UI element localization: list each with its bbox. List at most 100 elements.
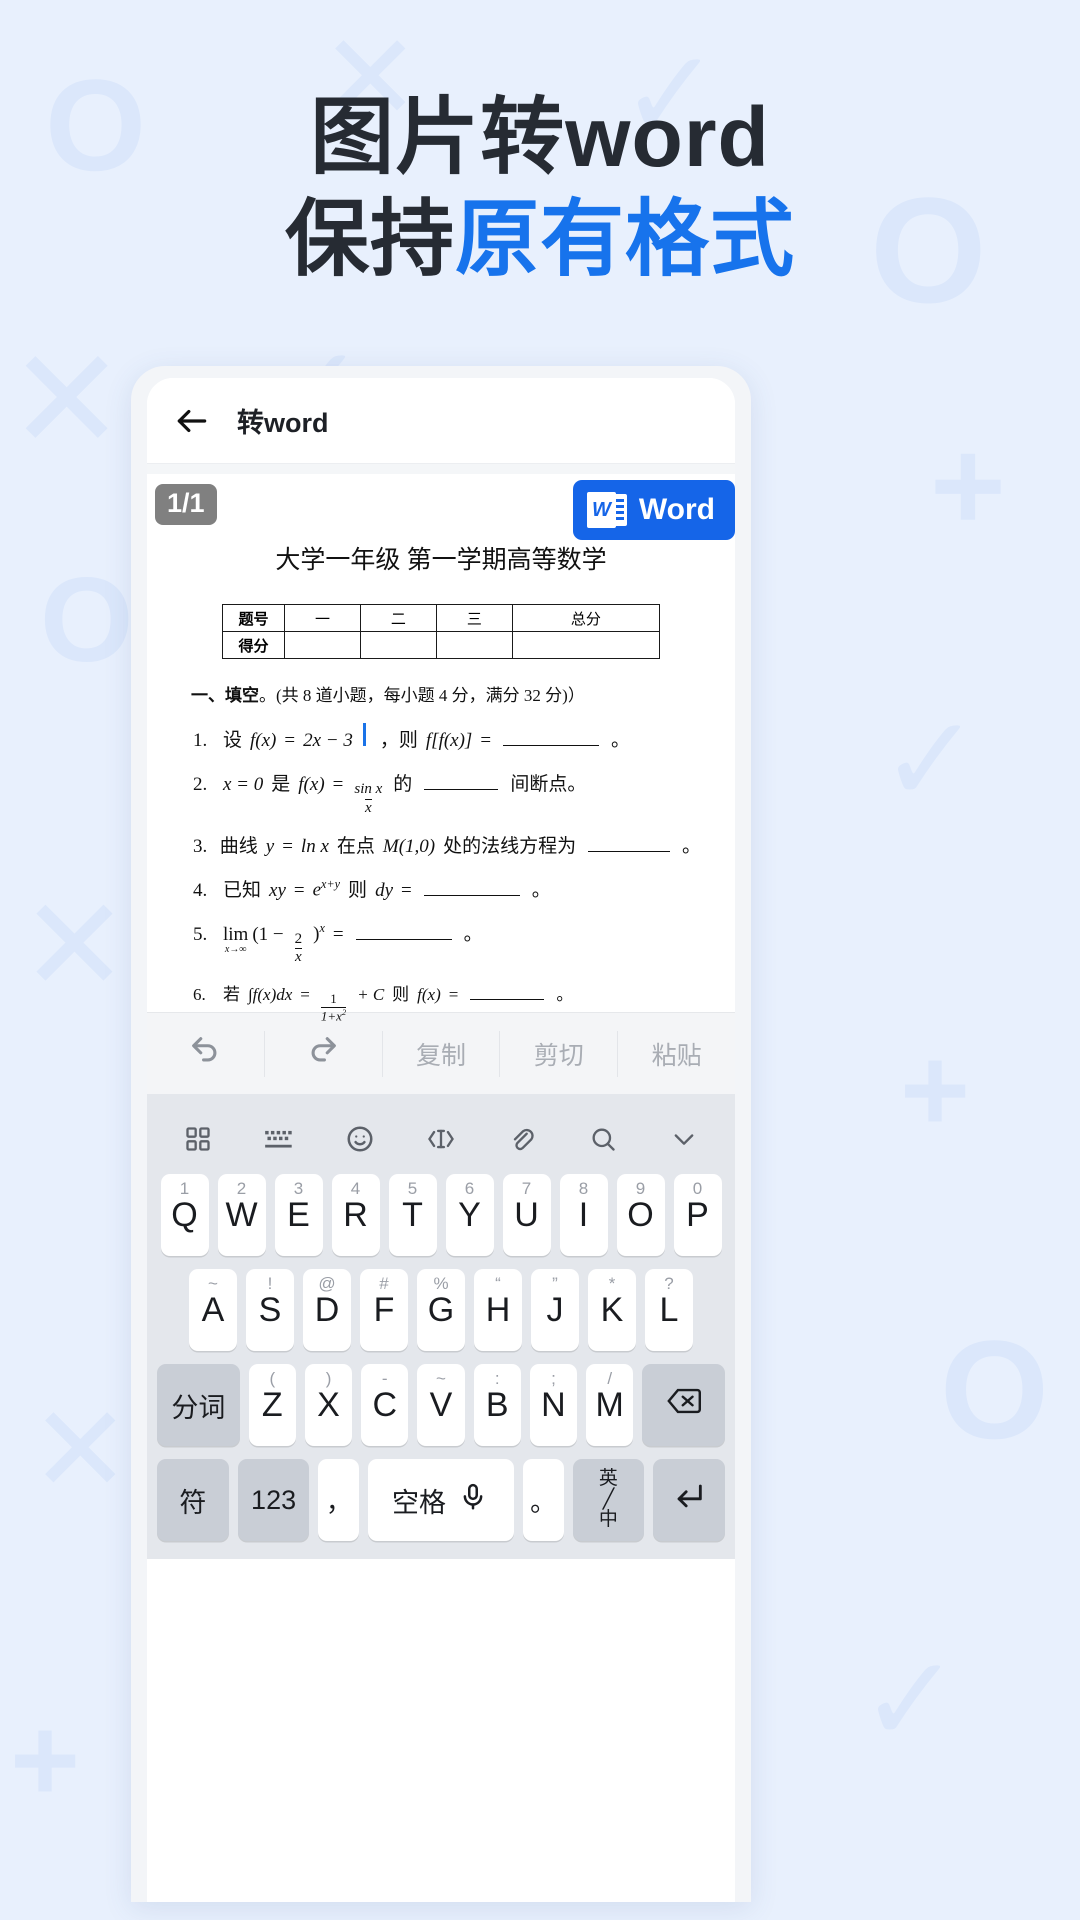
key-label: I <box>578 1195 589 1234</box>
key-w[interactable]: 2W <box>217 1174 266 1256</box>
key-a[interactable]: ~ A <box>189 1269 237 1351</box>
headline-line-1: 图片转word <box>310 90 770 184</box>
key-n[interactable]: ; N <box>529 1364 578 1446</box>
key-period[interactable]: 。 <box>522 1459 564 1541</box>
keyboard-row-4: 符 123 ， 空格 。 英 ╱ 中 <box>157 1459 725 1541</box>
export-word-button[interactable]: W Word <box>572 480 735 540</box>
key-i[interactable]: 8I <box>559 1174 608 1256</box>
q6-lead: 若 <box>223 985 240 1004</box>
deco-cross: ✕ <box>8 321 126 478</box>
key-v[interactable]: ~ V <box>417 1364 465 1446</box>
key-backspace[interactable] <box>642 1364 725 1446</box>
key-d[interactable]: @ D <box>303 1269 351 1351</box>
cut-button[interactable]: 剪切 <box>499 1030 617 1077</box>
q4-e: ex+y <box>313 877 340 901</box>
key-numeric[interactable]: 123 <box>237 1459 310 1541</box>
microphone-icon[interactable] <box>456 1482 490 1519</box>
key-b[interactable]: :B <box>473 1364 521 1446</box>
headline-line-2-dark: 保持 <box>284 192 455 287</box>
key-z[interactable]: (Z <box>248 1364 296 1446</box>
enter-icon <box>672 1481 706 1520</box>
answer-blank <box>503 732 600 746</box>
key-l[interactable]: ? L <box>645 1269 693 1351</box>
key-u[interactable]: 7U <box>502 1174 551 1256</box>
key-label: D <box>314 1290 340 1329</box>
headline-line-2-blue: 原有格式 <box>455 192 796 287</box>
answer-blank <box>470 986 545 1000</box>
undo-button[interactable] <box>147 1031 264 1077</box>
chevron-down-icon[interactable] <box>665 1120 703 1158</box>
fraction-numerator: sin x <box>354 781 383 797</box>
key-enter[interactable] <box>653 1459 725 1541</box>
key-alt: “ <box>495 1274 501 1293</box>
keyboard-icon[interactable] <box>260 1120 298 1158</box>
key-label: R <box>343 1195 368 1234</box>
fraction-numerator: 2 <box>294 930 303 947</box>
key-q[interactable]: 1Q <box>160 1174 209 1256</box>
document-page[interactable]: 1/1 W Word 大学一年级 第一学期高等数学 题号 一 二 三 总分 得分… <box>147 474 735 1022</box>
q2-tail: 间断点。 <box>510 774 587 795</box>
emoji-icon[interactable] <box>341 1120 379 1158</box>
key-t[interactable]: 5T <box>388 1174 437 1256</box>
key-f[interactable]: # F <box>360 1269 408 1351</box>
key-r[interactable]: 4R <box>331 1174 380 1256</box>
deco-circle: O <box>40 553 134 687</box>
key-alt: 1 <box>179 1179 190 1198</box>
q6-ze: 则 <box>392 985 410 1004</box>
q5-period: 。 <box>463 923 483 945</box>
search-icon[interactable] <box>584 1120 622 1158</box>
key-m[interactable]: / M <box>586 1364 634 1446</box>
key-symbols[interactable]: 符 <box>157 1459 229 1541</box>
key-y[interactable]: 6Y <box>445 1174 494 1256</box>
key-language-toggle[interactable]: 英 ╱ 中 <box>572 1459 645 1541</box>
key-x[interactable]: ) X <box>304 1364 353 1446</box>
document-viewer[interactable]: 1/1 W Word 大学一年级 第一学期高等数学 题号 一 二 三 总分 得分… <box>147 464 735 1022</box>
paste-button[interactable]: 粘贴 <box>617 1030 735 1077</box>
key-label: Z <box>261 1385 283 1424</box>
question-2: 2. x = 0 是 f(x) = sin x x 的 间断点。 <box>193 769 701 816</box>
key-o[interactable]: 9O <box>616 1174 665 1256</box>
q3-y: y <box>265 835 275 857</box>
clip-icon[interactable] <box>503 1120 541 1158</box>
key-label: F <box>373 1290 395 1329</box>
redo-button[interactable] <box>263 1030 382 1077</box>
key-alt: - <box>381 1369 388 1388</box>
q6-eq: = <box>300 985 310 1004</box>
questions-section: 一、填空。(共 8 道小题，每小题 4 分，满分 32 分)） 1. 设 f(x… <box>181 681 701 1022</box>
key-label: K <box>600 1290 624 1329</box>
table-cell: 一 <box>284 604 361 632</box>
key-label: G <box>427 1290 455 1329</box>
key-comma[interactable]: ， <box>318 1459 360 1541</box>
key-k[interactable]: * K <box>588 1269 636 1351</box>
keyboard-row-2: ~ A ! S @ D # F % G “H ” J * K ? L <box>157 1269 725 1351</box>
back-arrow-icon[interactable] <box>173 402 211 440</box>
key-g[interactable]: % G <box>417 1269 465 1351</box>
key-s[interactable]: ! S <box>246 1269 294 1351</box>
question-number: 1. <box>193 730 208 751</box>
key-h[interactable]: “H <box>474 1269 522 1351</box>
fraction-numerator: 1 <box>330 991 337 1006</box>
key-p[interactable]: 0P <box>673 1174 722 1256</box>
key-e[interactable]: 3E <box>274 1174 323 1256</box>
key-label: H <box>485 1290 511 1329</box>
table-row: 得分 <box>222 631 661 659</box>
key-alt: 6 <box>464 1179 475 1198</box>
text-cursor <box>362 723 366 746</box>
q1-expr: 2x − 3 <box>303 730 353 751</box>
key-alt: 5 <box>407 1179 418 1198</box>
key-j[interactable]: ” J <box>531 1269 579 1351</box>
question-1: 1. 设 f(x) = 2x − 3 ，则 f[f(x)] = 。 <box>193 723 701 752</box>
headline-line-2: 保持原有格式 <box>0 188 1080 290</box>
key-space[interactable]: 空格 <box>368 1459 514 1541</box>
key-alt: ) <box>325 1369 332 1388</box>
table-row: 题号 一 二 三 总分 <box>222 604 661 632</box>
grid-icon[interactable] <box>179 1120 217 1158</box>
copy-button[interactable]: 复制 <box>381 1030 500 1077</box>
key-segment[interactable]: 分词 <box>157 1364 240 1446</box>
key-alt: 9 <box>635 1179 646 1198</box>
key-alt: 2 <box>236 1179 247 1198</box>
document-title: 大学一年级 第一学期高等数学 <box>275 547 607 574</box>
key-c[interactable]: -C <box>361 1364 409 1446</box>
text-cursor-icon[interactable] <box>422 1120 460 1158</box>
key-language-bottom: 中 <box>598 1509 618 1531</box>
